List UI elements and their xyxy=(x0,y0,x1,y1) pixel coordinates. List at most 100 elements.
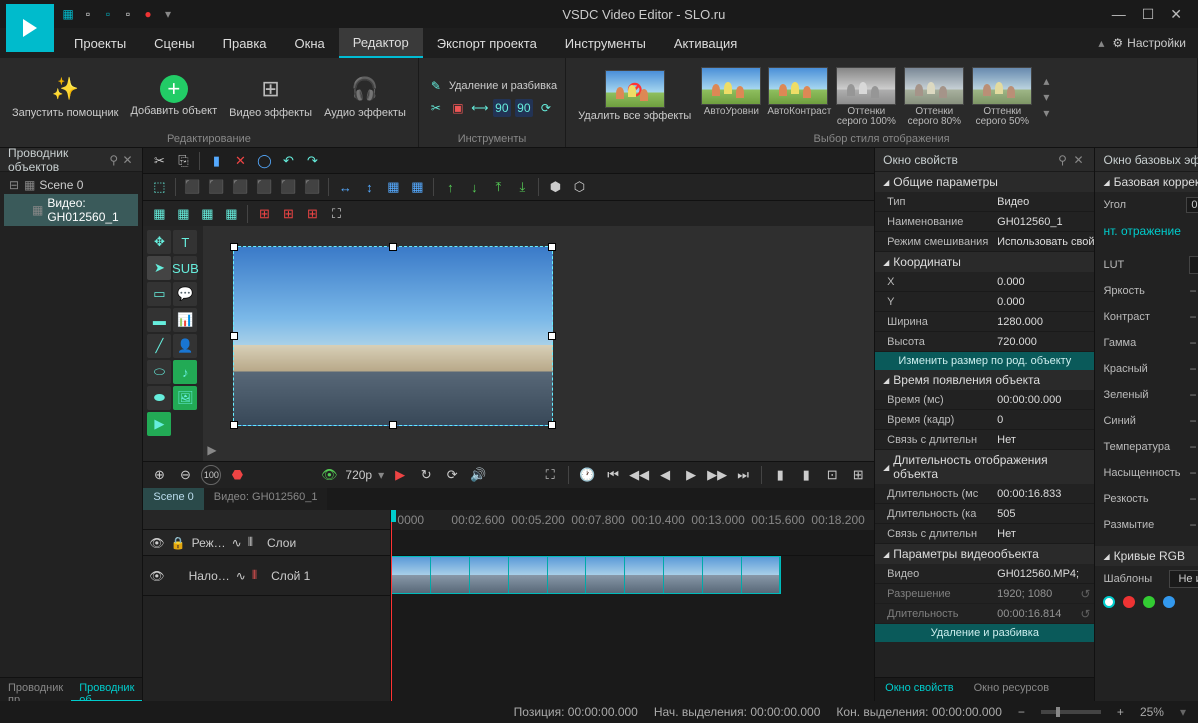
menu-edit[interactable]: Правка xyxy=(209,28,281,58)
shape-tool-icon[interactable]: ▬ xyxy=(147,308,171,332)
menu-editor[interactable]: Редактор xyxy=(339,28,423,58)
app-logo[interactable] xyxy=(6,4,54,52)
snap1-icon[interactable]: ▦ xyxy=(149,204,169,224)
move-tool-icon[interactable]: ✥ xyxy=(147,230,171,254)
tl-resolution[interactable]: 720p xyxy=(345,468,372,482)
delete-split-button[interactable]: Удаление и разбивка xyxy=(875,624,1094,642)
paste-icon[interactable]: ▮ xyxy=(206,151,226,171)
tl-wave-col-icon[interactable]: ∿ xyxy=(232,536,242,550)
rect-tool-icon[interactable]: ▭ xyxy=(147,282,171,306)
menu-scenes[interactable]: Сцены xyxy=(140,28,208,58)
slider-4-minus[interactable]: − xyxy=(1189,388,1196,402)
angle-input[interactable] xyxy=(1186,197,1198,213)
playhead[interactable] xyxy=(391,510,392,701)
tl-first-icon[interactable]: ⏮ xyxy=(603,465,623,485)
align-b-icon[interactable]: ⬛ xyxy=(302,177,322,197)
rgb-blue-dot[interactable] xyxy=(1163,596,1175,608)
line-tool-icon[interactable]: ╱ xyxy=(147,334,171,358)
qat-export-icon[interactable]: ▫ xyxy=(120,6,136,22)
menu-activation[interactable]: Активация xyxy=(660,28,751,58)
zoom-slider[interactable] xyxy=(1041,710,1101,714)
props-close-icon[interactable]: ✕ xyxy=(1070,153,1086,167)
ungroup-icon[interactable]: ⬡ xyxy=(569,177,589,197)
explorer-tab-objects[interactable]: Проводник об… xyxy=(71,678,142,701)
slider-2-minus[interactable]: − xyxy=(1189,336,1196,350)
track-wave-icon[interactable]: ∿ xyxy=(236,569,246,583)
minimize-icon[interactable]: — xyxy=(1112,6,1126,23)
slider-9-minus[interactable]: − xyxy=(1189,518,1196,532)
tl-tab-scene[interactable]: Scene 0 xyxy=(143,488,203,510)
ellipse2-tool-icon[interactable]: ⬬ xyxy=(147,386,171,410)
video-tool-icon[interactable]: ▶ xyxy=(147,412,171,436)
section-video-params[interactable]: Параметры видеообъекта xyxy=(875,544,1094,564)
reset-res-icon[interactable]: ↺ xyxy=(1076,587,1094,601)
tl-b-icon[interactable]: ▮ xyxy=(796,465,816,485)
qat-open-icon[interactable]: ▫ xyxy=(100,6,116,22)
section-general[interactable]: Общие параметры xyxy=(875,172,1094,192)
down-icon[interactable]: ↓ xyxy=(464,177,484,197)
delete-icon[interactable]: ✕ xyxy=(230,151,250,171)
tl-clock-icon[interactable]: 🕐 xyxy=(577,465,597,485)
props-tab-properties[interactable]: Окно свойств xyxy=(875,678,963,701)
crop-tool-icon[interactable]: ▣ xyxy=(449,99,467,117)
templates-select[interactable]: Не использоват xyxy=(1169,570,1198,588)
section-duration[interactable]: Длительность отображения объекта xyxy=(875,450,1094,484)
style-autolevels[interactable]: АвтоУровни xyxy=(699,65,763,129)
notification-icon[interactable]: ▴ xyxy=(1098,36,1104,50)
subtitle-tool-icon[interactable]: SUB xyxy=(173,256,197,280)
align-m-icon[interactable]: ⬛ xyxy=(278,177,298,197)
fx-section-curves[interactable]: Кривые RGB xyxy=(1095,546,1198,566)
menu-tools[interactable]: Инструменты xyxy=(551,28,660,58)
maximize-icon[interactable]: ☐ xyxy=(1142,6,1155,23)
scissors-icon[interactable]: ✂ xyxy=(149,151,169,171)
person-tool-icon[interactable]: 👤 xyxy=(173,334,197,358)
slider-5-minus[interactable]: − xyxy=(1189,414,1196,428)
canvas-play-icon[interactable]: ▶ xyxy=(207,443,216,457)
audio-effects-button[interactable]: 🎧Аудио эффекты xyxy=(320,71,410,121)
grid-b-icon[interactable]: ⊞ xyxy=(278,204,298,224)
tl-fwd-icon[interactable]: ▶ xyxy=(681,465,701,485)
slider-1-minus[interactable]: − xyxy=(1189,310,1196,324)
gallery-expand-icon[interactable]: ▾ xyxy=(1043,106,1049,120)
text-tool-icon[interactable]: T xyxy=(173,230,197,254)
pointer-tool-icon[interactable]: ➤ xyxy=(147,256,171,280)
fx-section-basic[interactable]: Базовая корректировка xyxy=(1095,172,1198,192)
handle-mr[interactable] xyxy=(548,332,556,340)
reset-dur-icon[interactable]: ↺ xyxy=(1076,607,1094,621)
align-c-icon[interactable]: ⬛ xyxy=(206,177,226,197)
tl-remove-icon[interactable]: ⊖ xyxy=(175,465,195,485)
video-effects-button[interactable]: ⊞Видео эффекты xyxy=(225,71,316,121)
track-bars-icon[interactable]: ⦀ xyxy=(252,568,257,583)
top-icon[interactable]: ⤒ xyxy=(488,177,508,197)
group-icon[interactable]: ⬢ xyxy=(545,177,565,197)
handle-tr[interactable] xyxy=(548,243,556,251)
rotate-left-icon[interactable]: 90 xyxy=(493,99,511,117)
tl-eye-col-icon[interactable]: 👁 xyxy=(149,536,164,550)
delete-split-label[interactable]: Удаление и разбивка xyxy=(449,80,557,92)
rgb-green-dot[interactable] xyxy=(1143,596,1155,608)
handle-ml[interactable] xyxy=(230,332,238,340)
tl-vol-icon[interactable]: 🔊 xyxy=(468,465,488,485)
section-appear[interactable]: Время появления объекта xyxy=(875,370,1094,390)
tl-bars-col-icon[interactable]: ⦀ xyxy=(248,535,253,550)
video-object[interactable] xyxy=(233,246,553,426)
copy-icon[interactable]: ⎘ xyxy=(173,151,193,171)
qat-save-icon[interactable]: ▫ xyxy=(80,6,96,22)
explorer-tab-project[interactable]: Проводник пр… xyxy=(0,678,71,701)
handle-tl[interactable] xyxy=(230,243,238,251)
panel-close-icon[interactable]: ✕ xyxy=(121,153,135,167)
sel-all-icon[interactable]: ⬚ xyxy=(149,177,169,197)
dist-h-icon[interactable]: ↔ xyxy=(335,177,355,197)
style-gray100[interactable]: Оттенки серого 100% xyxy=(833,65,899,129)
pin-icon[interactable]: ⚲ xyxy=(107,153,121,167)
tree-video-row[interactable]: ▦Видео: GH012560_1 xyxy=(4,194,138,226)
tl-loop2-icon[interactable]: ⟳ xyxy=(442,465,462,485)
close-icon[interactable]: ✕ xyxy=(1170,6,1182,23)
tl-loop-icon[interactable]: ↻ xyxy=(416,465,436,485)
settings-button[interactable]: ⚙ Настройки xyxy=(1112,36,1186,50)
props-pin-icon[interactable]: ⚲ xyxy=(1054,153,1070,167)
grid-c-icon[interactable]: ⊞ xyxy=(302,204,322,224)
menu-projects[interactable]: Проекты xyxy=(60,28,140,58)
circle-icon[interactable]: ◯ xyxy=(254,151,274,171)
section-coords[interactable]: Координаты xyxy=(875,252,1094,272)
